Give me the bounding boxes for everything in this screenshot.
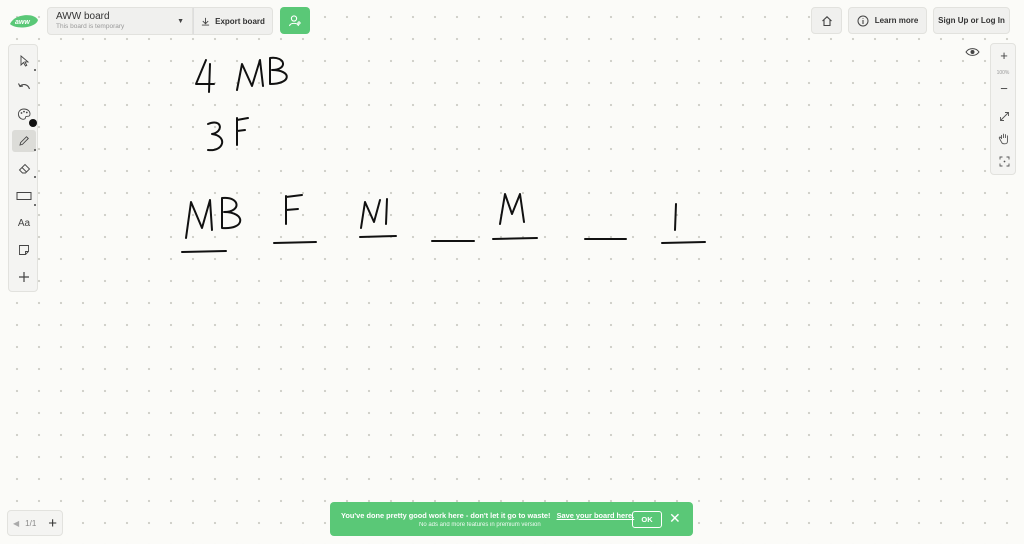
add-tool[interactable] bbox=[12, 266, 36, 288]
add-user-icon bbox=[288, 14, 301, 26]
fit-to-screen-button[interactable] bbox=[993, 106, 1015, 126]
eraser-icon bbox=[18, 163, 30, 173]
signup-login-label: Sign Up or Log In bbox=[938, 16, 1005, 25]
close-icon[interactable]: ✕ bbox=[669, 510, 681, 527]
prev-page-icon[interactable]: ◀ bbox=[13, 519, 19, 528]
zoom-level: 100% bbox=[996, 70, 1010, 76]
undo-tool[interactable] bbox=[12, 76, 36, 98]
chevron-down-icon: ▼ bbox=[177, 18, 184, 25]
save-board-link[interactable]: Save your board here. bbox=[557, 511, 635, 520]
download-icon bbox=[202, 17, 210, 26]
handwriting-b-top bbox=[269, 56, 288, 85]
page-indicator: 1/1 bbox=[25, 518, 37, 528]
left-toolbar: Aa bbox=[8, 44, 38, 292]
ok-button[interactable]: OK bbox=[632, 511, 662, 528]
focus-button[interactable] bbox=[993, 151, 1015, 171]
save-board-banner: You've done pretty good work here - don'… bbox=[330, 502, 693, 536]
handwriting-m-5 bbox=[499, 193, 525, 225]
board-title: AWW board bbox=[56, 11, 110, 22]
home-button[interactable] bbox=[811, 7, 842, 34]
hand-icon bbox=[998, 133, 1008, 144]
svg-text:aww: aww bbox=[15, 19, 30, 26]
color-palette-tool[interactable] bbox=[12, 103, 37, 127]
whiteboard-canvas[interactable] bbox=[0, 0, 1024, 544]
handwriting-f-lower bbox=[285, 194, 303, 225]
selected-color-dot bbox=[29, 119, 37, 127]
cursor-icon bbox=[20, 55, 29, 67]
export-board-button[interactable]: Export board bbox=[193, 7, 273, 35]
zoom-in-button[interactable]: + bbox=[993, 45, 1015, 65]
submenu-indicator bbox=[34, 204, 36, 206]
home-icon bbox=[821, 15, 832, 26]
handwriting-4 bbox=[195, 59, 215, 93]
zoom-out-label: − bbox=[1000, 80, 1008, 96]
handwriting-f-top bbox=[236, 117, 249, 146]
underline-5 bbox=[492, 237, 538, 240]
info-icon bbox=[857, 15, 869, 26]
handwriting-i bbox=[674, 203, 677, 231]
learn-more-button[interactable]: Learn more bbox=[848, 7, 927, 34]
banner-subtext: No ads and more features in premium vers… bbox=[419, 522, 541, 528]
learn-more-label: Learn more bbox=[874, 16, 919, 25]
pan-tool-button[interactable] bbox=[993, 128, 1015, 148]
pen-tool[interactable] bbox=[12, 130, 36, 152]
sticky-note-icon bbox=[19, 245, 29, 255]
handwriting-b-lower bbox=[221, 196, 242, 230]
zoom-toolbar: + 100% − bbox=[990, 43, 1016, 175]
underline-3 bbox=[359, 235, 397, 238]
undo-icon bbox=[18, 83, 31, 90]
palette-icon bbox=[17, 108, 31, 120]
handwriting-m-3 bbox=[360, 198, 388, 229]
aww-logo: aww bbox=[10, 15, 38, 28]
text-tool[interactable]: Aa bbox=[12, 212, 36, 234]
plus-icon bbox=[19, 272, 29, 282]
eraser-tool[interactable] bbox=[12, 157, 36, 179]
expand-icon bbox=[999, 111, 1009, 121]
underline-2 bbox=[273, 241, 317, 244]
rectangle-icon bbox=[16, 192, 32, 200]
submenu-indicator bbox=[34, 69, 36, 71]
board-title-dropdown[interactable]: AWW board This board is temporary ▼ bbox=[47, 7, 193, 35]
eye-icon bbox=[964, 48, 980, 56]
handwriting-m-top bbox=[236, 59, 264, 91]
add-page-button[interactable]: + bbox=[48, 515, 57, 532]
page-navigator: ◀ 1/1 + bbox=[7, 510, 63, 536]
pencil-icon bbox=[19, 136, 29, 146]
text-tool-label: Aa bbox=[17, 217, 31, 229]
zoom-out-button[interactable]: − bbox=[993, 78, 1015, 98]
select-tool[interactable] bbox=[12, 50, 36, 72]
board-subtitle: This board is temporary bbox=[56, 23, 125, 30]
handwriting-3 bbox=[207, 121, 223, 152]
view-mode-button[interactable] bbox=[962, 43, 982, 61]
shape-tool[interactable] bbox=[12, 185, 36, 207]
banner-message: You've done pretty good work here - don'… bbox=[341, 511, 551, 520]
banner-message-line: You've done pretty good work here - don'… bbox=[341, 511, 634, 520]
submenu-indicator bbox=[34, 149, 36, 151]
signup-login-button[interactable]: Sign Up or Log In bbox=[933, 7, 1010, 34]
underline-7 bbox=[661, 241, 706, 244]
zoom-in-label: + bbox=[1000, 47, 1008, 63]
sticky-note-tool[interactable] bbox=[12, 239, 36, 261]
underline-1 bbox=[181, 250, 227, 253]
handwriting-m-lower bbox=[185, 199, 213, 239]
submenu-indicator bbox=[34, 176, 36, 178]
focus-icon bbox=[999, 156, 1009, 166]
export-board-label: Export board bbox=[215, 16, 265, 26]
invite-user-button[interactable] bbox=[280, 7, 310, 34]
